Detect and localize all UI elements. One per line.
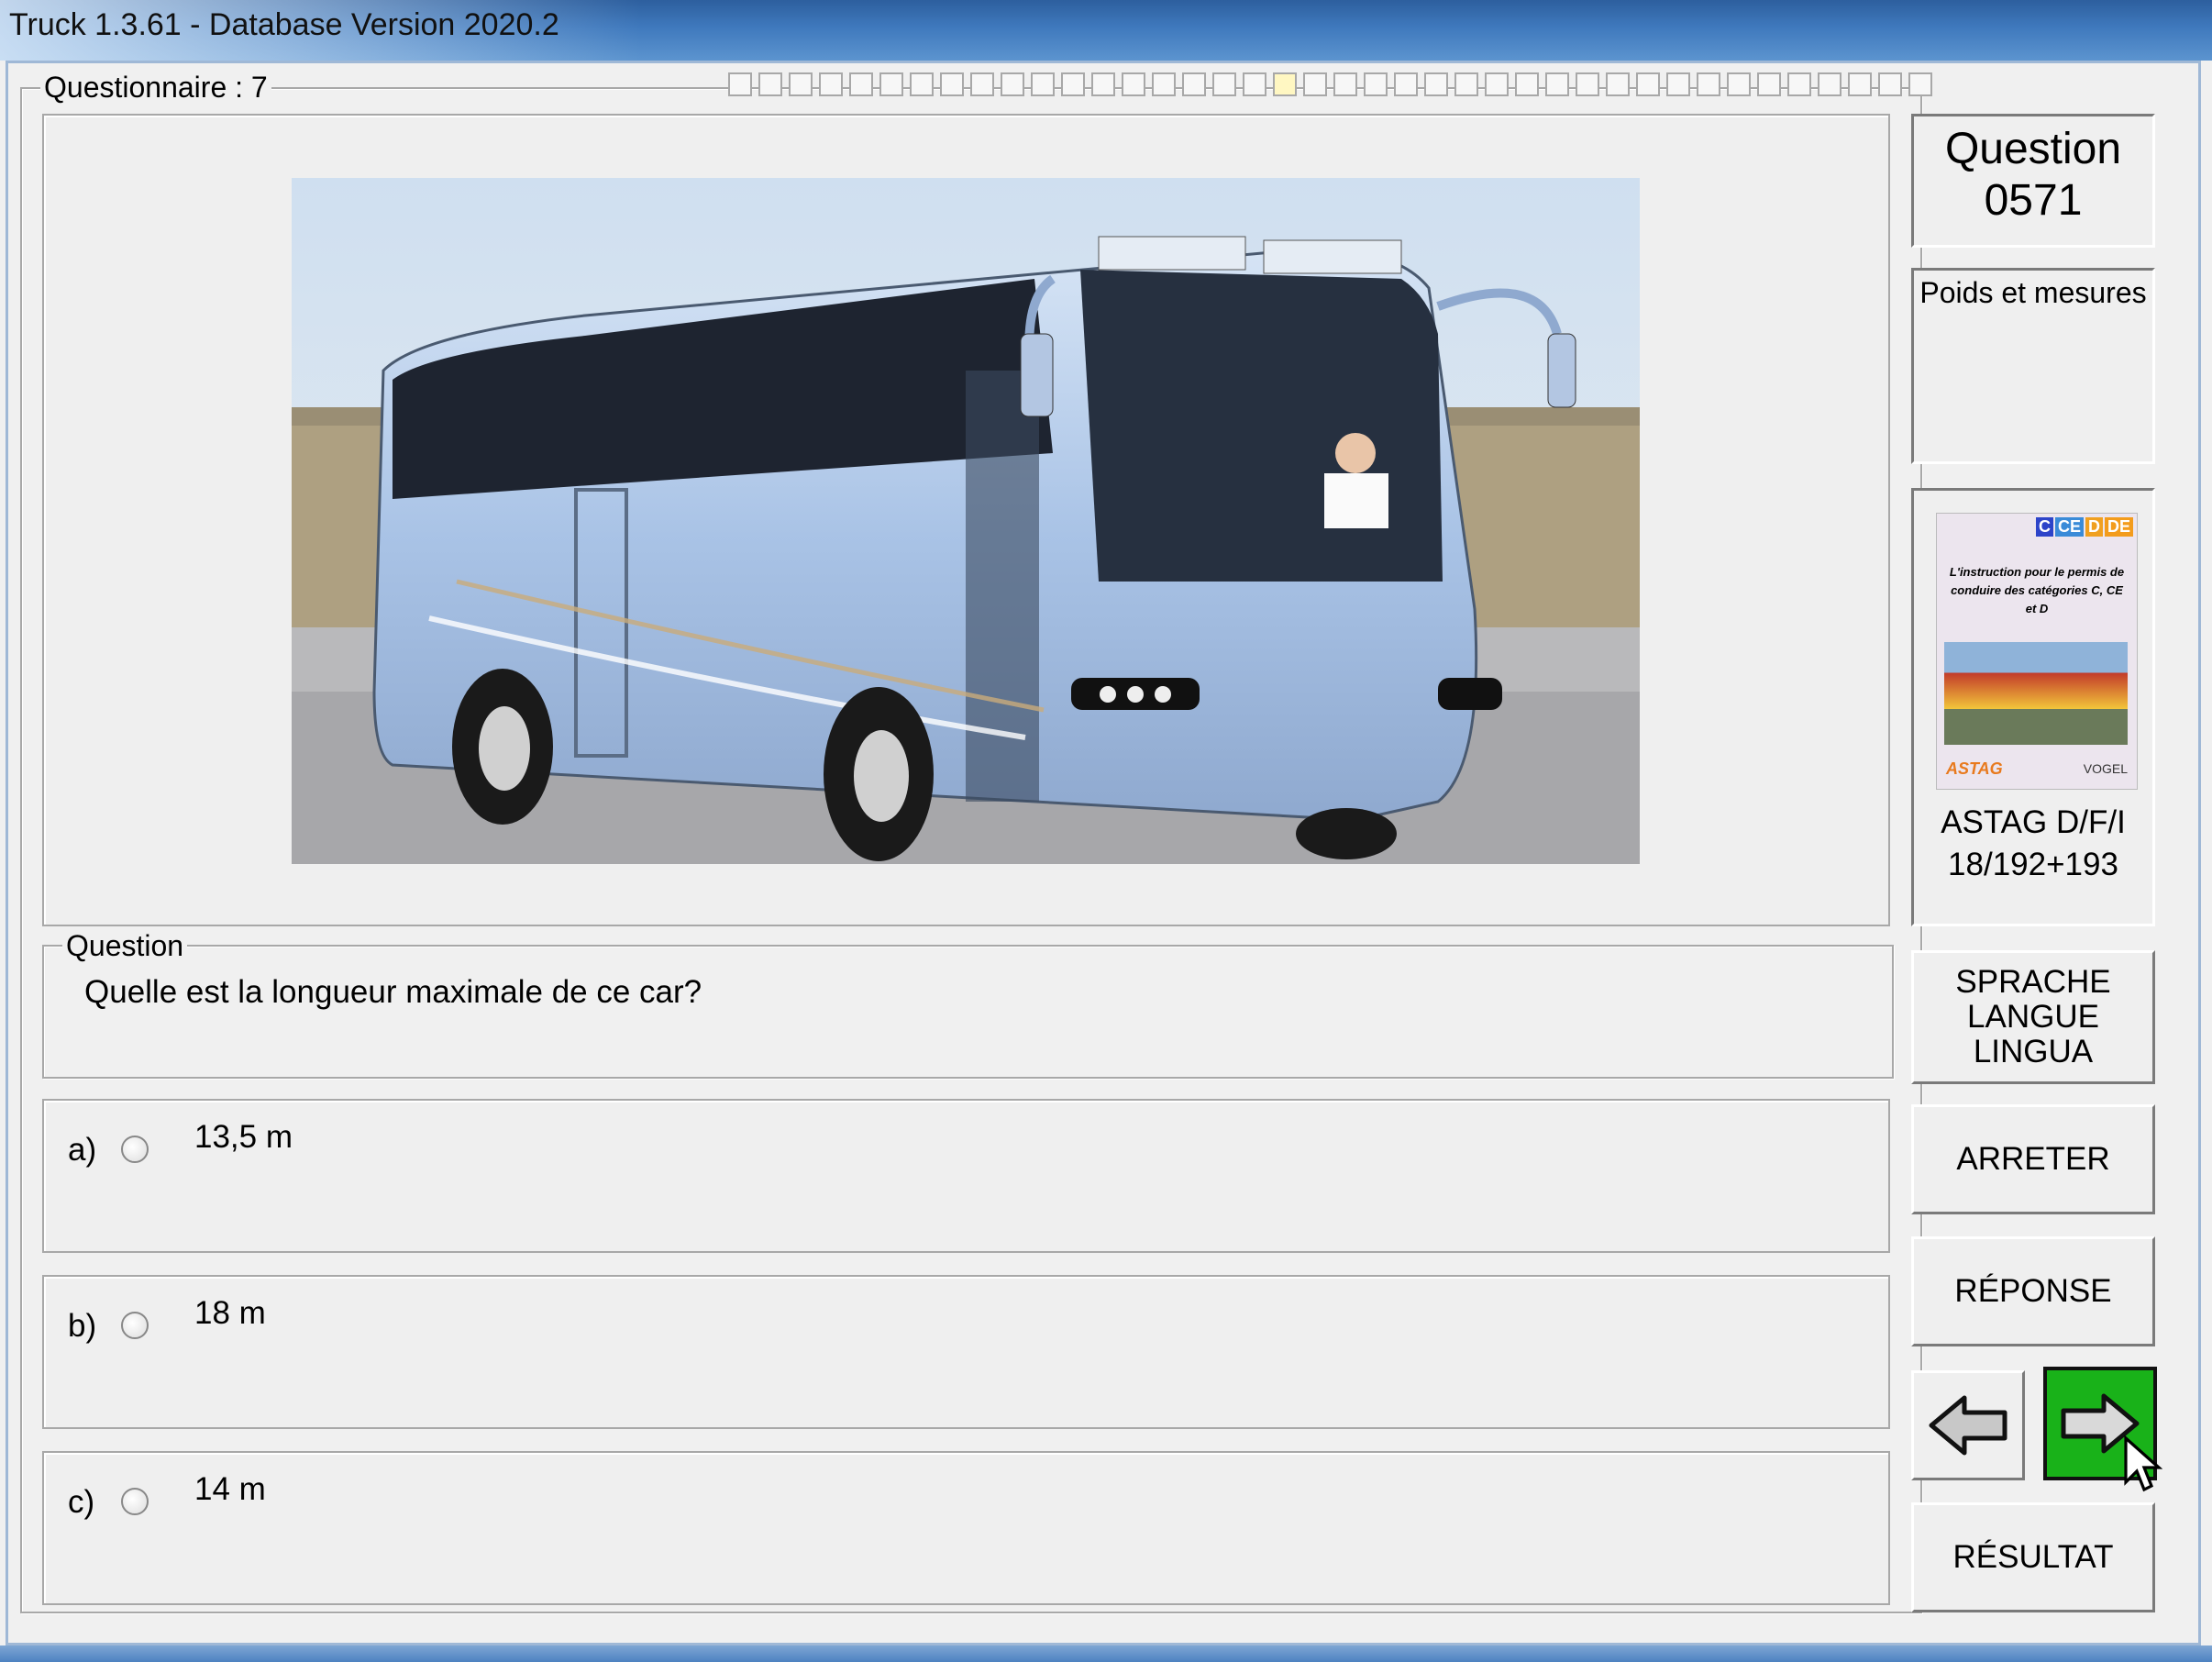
answer-radio-a[interactable]	[121, 1136, 149, 1163]
answer-radio-c[interactable]	[121, 1488, 149, 1515]
progress-cell	[1576, 72, 1599, 96]
source-book-box: C CE D DE L'instruction pour le permis d…	[1911, 488, 2155, 926]
question-number-box: Question 0571	[1911, 114, 2155, 248]
progress-cell	[940, 72, 964, 96]
progress-cell	[728, 72, 752, 96]
questionnaire-label: Questionnaire : 7	[40, 71, 271, 104]
language-label-fr: LANGUE	[1967, 999, 2099, 1035]
progress-cell	[1485, 72, 1509, 96]
language-button[interactable]: SPRACHE LANGUE LINGUA	[1911, 950, 2155, 1084]
progress-cell	[1273, 72, 1297, 96]
result-button[interactable]: RÉSULTAT	[1911, 1502, 2155, 1612]
answer-option-b[interactable]: b) 18 m	[42, 1275, 1890, 1429]
progress-cell	[819, 72, 843, 96]
question-image-panel	[42, 114, 1890, 926]
progress-cell	[789, 72, 813, 96]
progress-cell	[1727, 72, 1751, 96]
source-line-1: ASTAG D/F/I	[1941, 804, 2126, 840]
previous-button[interactable]	[1911, 1370, 2025, 1480]
progress-cell	[1152, 72, 1176, 96]
progress-cell	[1031, 72, 1055, 96]
question-number: 0571	[1984, 176, 2083, 225]
badge-ce: CE	[2054, 517, 2084, 537]
progress-cell	[1394, 72, 1418, 96]
book-cover-photo	[1944, 642, 2128, 745]
progress-cell	[1908, 72, 1932, 96]
progress-cell	[1697, 72, 1720, 96]
progress-cell	[1818, 72, 1841, 96]
arrow-left-icon	[1929, 1395, 2007, 1456]
title-bar[interactable]: Truck 1.3.61 - Database Version 2020.2	[0, 0, 2212, 61]
question-legend: Question	[62, 929, 188, 962]
book-cover-image: C CE D DE L'instruction pour le permis d…	[1936, 513, 2138, 790]
answer-text: 14 m	[194, 1471, 266, 1507]
progress-cell	[1606, 72, 1630, 96]
answer-letter: c)	[68, 1484, 95, 1520]
category-label: Poids et mesures	[1919, 276, 2147, 309]
progress-cell	[1303, 72, 1327, 96]
progress-cell	[1091, 72, 1115, 96]
progress-cell	[1061, 72, 1085, 96]
progress-cell	[1212, 72, 1236, 96]
progress-cell	[879, 72, 903, 96]
progress-cell	[1182, 72, 1206, 96]
progress-cell	[1364, 72, 1388, 96]
progress-cell	[849, 72, 873, 96]
answer-text: 18 m	[194, 1295, 266, 1331]
progress-cell	[1424, 72, 1448, 96]
answer-text: 13,5 m	[194, 1119, 293, 1155]
progress-cell	[1545, 72, 1569, 96]
category-badges: C CE D DE	[2035, 517, 2133, 537]
language-label-it: LINGUA	[1973, 1034, 2094, 1069]
progress-cell	[1122, 72, 1145, 96]
progress-cell	[1515, 72, 1539, 96]
answer-letter: a)	[68, 1132, 97, 1168]
progress-cell	[1636, 72, 1660, 96]
progress-cell	[1001, 72, 1024, 96]
stop-button[interactable]: ARRETER	[1911, 1104, 2155, 1214]
next-button[interactable]	[2043, 1367, 2162, 1492]
bus-photo	[292, 178, 1640, 864]
progress-cell	[1878, 72, 1902, 96]
language-label-de: SPRACHE	[1955, 964, 2111, 1000]
mouse-cursor-icon	[2124, 1435, 2162, 1492]
answer-letter: b)	[68, 1308, 97, 1344]
badge-de: DE	[2104, 517, 2133, 537]
answer-option-a[interactable]: a) 13,5 m	[42, 1099, 1890, 1253]
question-text: Quelle est la longueur maximale de ce ca…	[84, 974, 702, 1010]
progress-cell	[1243, 72, 1266, 96]
question-progress-bar	[728, 72, 1932, 100]
window-bottom-border	[0, 1645, 2212, 1662]
progress-cell	[1787, 72, 1811, 96]
progress-cell	[1757, 72, 1781, 96]
category-box: Poids et mesures	[1911, 268, 2155, 464]
badge-c: C	[2035, 517, 2053, 537]
progress-cell	[910, 72, 934, 96]
progress-cell	[1848, 72, 1872, 96]
source-line-2: 18/192+193	[1948, 847, 2118, 882]
publisher-astag: ASTAG	[1946, 759, 2003, 778]
answer-option-c[interactable]: c) 14 m	[42, 1451, 1890, 1605]
progress-cell	[1333, 72, 1357, 96]
question-text-group	[42, 945, 1894, 1079]
progress-cell	[758, 72, 782, 96]
progress-cell	[970, 72, 994, 96]
publisher-vogel: VOGEL	[2083, 761, 2128, 776]
progress-cell	[1454, 72, 1478, 96]
answer-radio-b[interactable]	[121, 1312, 149, 1339]
answer-button[interactable]: RÉPONSE	[1911, 1236, 2155, 1346]
question-number-label: Question	[1944, 125, 2122, 173]
badge-d: D	[2085, 517, 2103, 537]
book-cover-text: L'instruction pour le permis de conduire…	[1949, 565, 2125, 615]
progress-cell	[1666, 72, 1690, 96]
window-title: Truck 1.3.61 - Database Version 2020.2	[9, 7, 559, 42]
